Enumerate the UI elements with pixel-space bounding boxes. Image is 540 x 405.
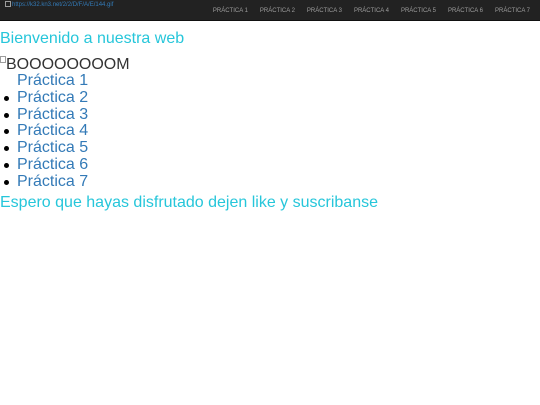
- practice-link-5[interactable]: Práctica 5: [17, 139, 88, 156]
- nav-link-practica-3[interactable]: PRÁCTICA 3: [301, 8, 348, 14]
- navbar-links: PRÁCTICA 1 PRÁCTICA 2 PRÁCTICA 3 PRÁCTIC…: [207, 0, 536, 21]
- practice-link-1[interactable]: Práctica 1: [17, 72, 88, 89]
- practice-link-3[interactable]: Práctica 3: [17, 106, 88, 123]
- list-item: Práctica 4: [3, 122, 88, 140]
- practice-link-2[interactable]: Práctica 2: [17, 89, 88, 106]
- nav-link-practica-6[interactable]: PRÁCTICA 6: [442, 8, 489, 14]
- list-item: Práctica 3: [3, 106, 88, 124]
- closing-message: Espero que hayas disfrutado dejen like y…: [0, 194, 378, 211]
- nav-link-practica-2[interactable]: PRÁCTICA 2: [254, 8, 301, 14]
- practice-link-7[interactable]: Práctica 7: [17, 173, 88, 190]
- brand-image-alt-text: https://k32.kn3.net/2/2/D/F/A/E/144.gif: [12, 2, 114, 8]
- welcome-heading: Bienvenido a nuestra web: [0, 30, 185, 47]
- practice-link-6[interactable]: Práctica 6: [17, 156, 88, 173]
- list-item: Práctica 2: [3, 89, 88, 107]
- list-item: Práctica 1: [17, 72, 88, 90]
- list-item: Práctica 7: [3, 173, 88, 191]
- practice-list: Práctica 1 Práctica 2 Práctica 3 Práctic…: [0, 72, 88, 191]
- main-image-alt-text: BOOOOOOOOM: [6, 56, 130, 73]
- list-item: Práctica 5: [3, 139, 88, 157]
- nav-link-practica-1[interactable]: PRÁCTICA 1: [207, 8, 254, 14]
- practice-link-4[interactable]: Práctica 4: [17, 122, 88, 139]
- list-item: Práctica 6: [3, 156, 88, 174]
- brand-logo-link[interactable]: https://k32.kn3.net/2/2/D/F/A/E/144.gif: [5, 1, 113, 9]
- top-navbar: https://k32.kn3.net/2/2/D/F/A/E/144.gif …: [0, 0, 540, 21]
- nav-link-practica-5[interactable]: PRÁCTICA 5: [395, 8, 442, 14]
- nav-link-practica-7[interactable]: PRÁCTICA 7: [489, 8, 536, 14]
- broken-image-icon: [5, 1, 11, 7]
- nav-link-practica-4[interactable]: PRÁCTICA 4: [348, 8, 395, 14]
